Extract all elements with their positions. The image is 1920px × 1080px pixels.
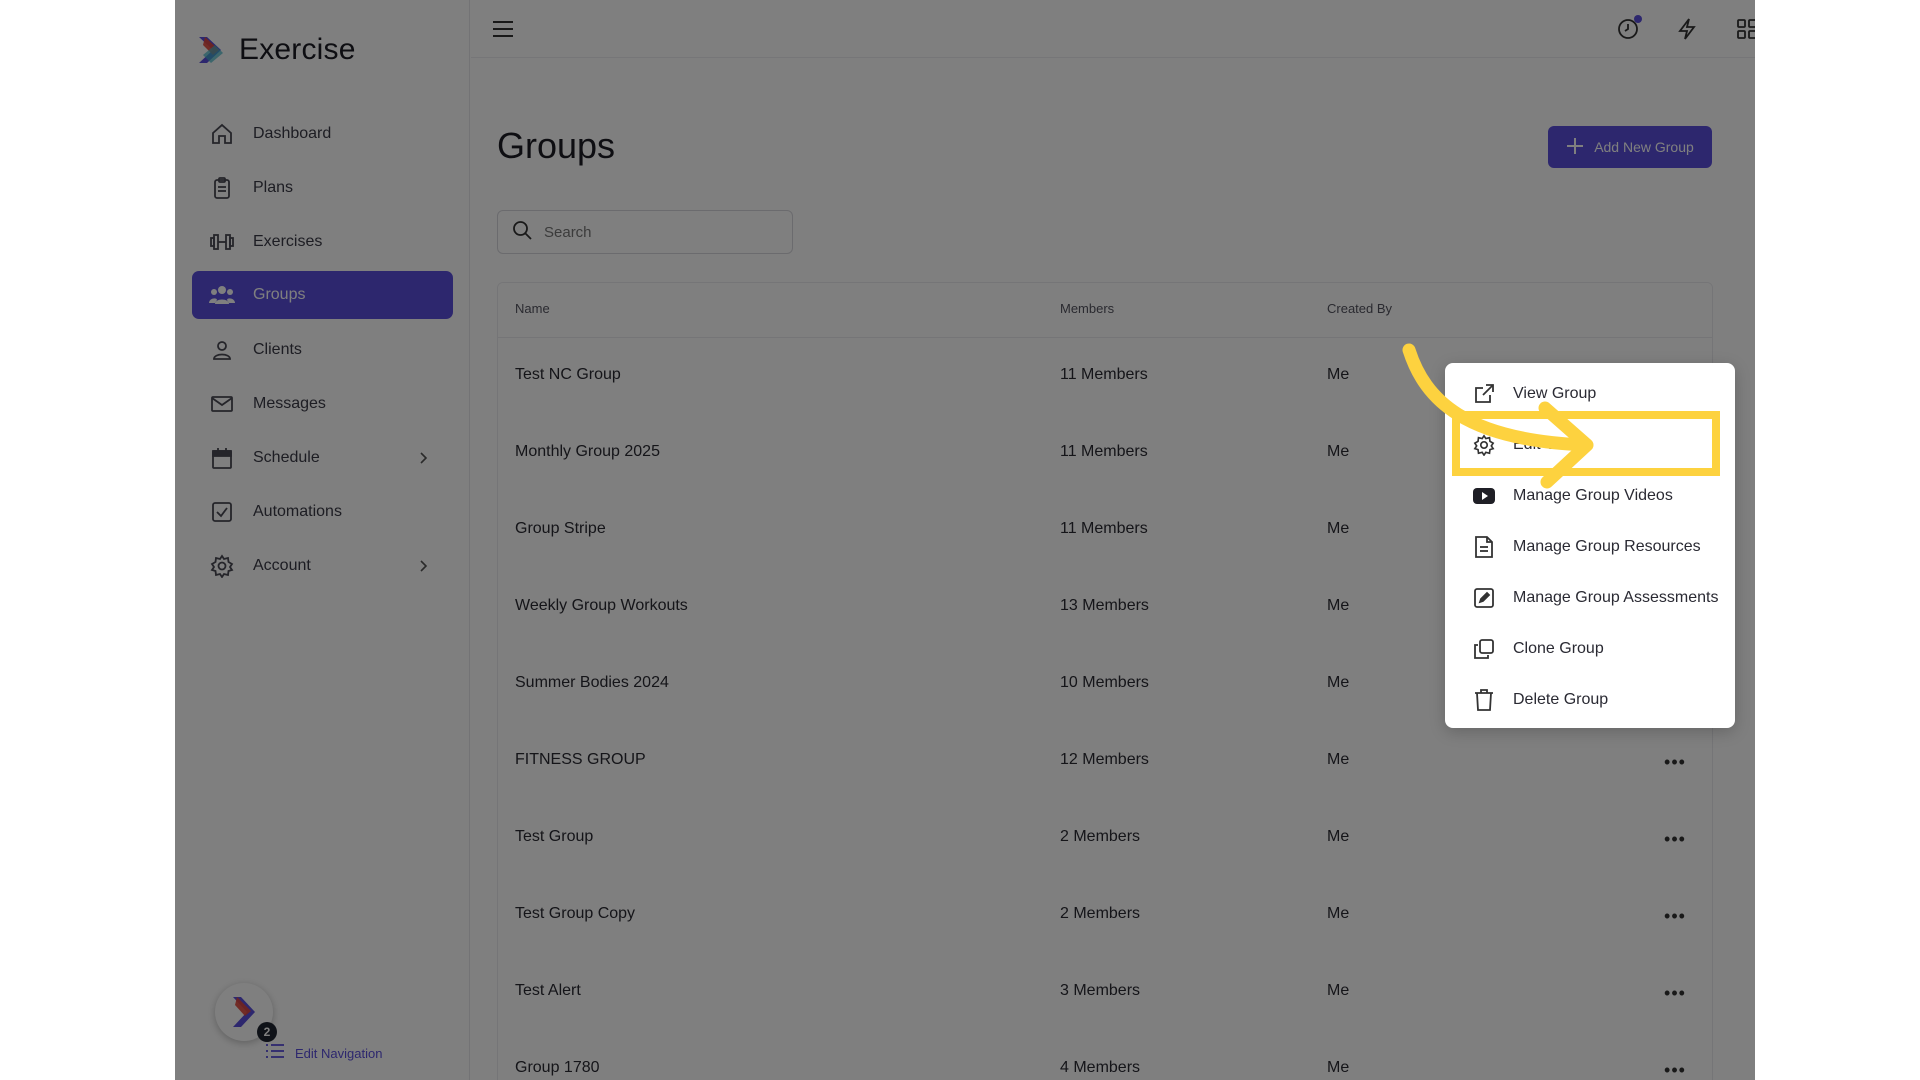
edit-square-icon [1471, 585, 1497, 611]
right-margin [1755, 0, 1920, 1080]
menu-item-label: Manage Group Assessments [1513, 589, 1719, 606]
left-margin [0, 0, 175, 1080]
menu-item-label: Manage Group Resources [1513, 538, 1701, 555]
document-icon [1471, 534, 1497, 560]
menu-item-manage-group-resources[interactable]: Manage Group Resources [1445, 522, 1735, 572]
app-window: Exercise Dashboard Plans Exercises Group… [175, 0, 1755, 1080]
copy-icon [1471, 636, 1497, 662]
menu-item-clone-group[interactable]: Clone Group [1445, 624, 1735, 674]
menu-item-delete-group[interactable]: Delete Group [1445, 675, 1735, 725]
menu-item-manage-group-assessments[interactable]: Manage Group Assessments [1445, 573, 1735, 623]
curved-arrow-icon [1402, 343, 1594, 489]
trash-icon [1471, 687, 1497, 713]
menu-item-label: Clone Group [1513, 640, 1604, 657]
menu-item-label: Delete Group [1513, 691, 1609, 708]
